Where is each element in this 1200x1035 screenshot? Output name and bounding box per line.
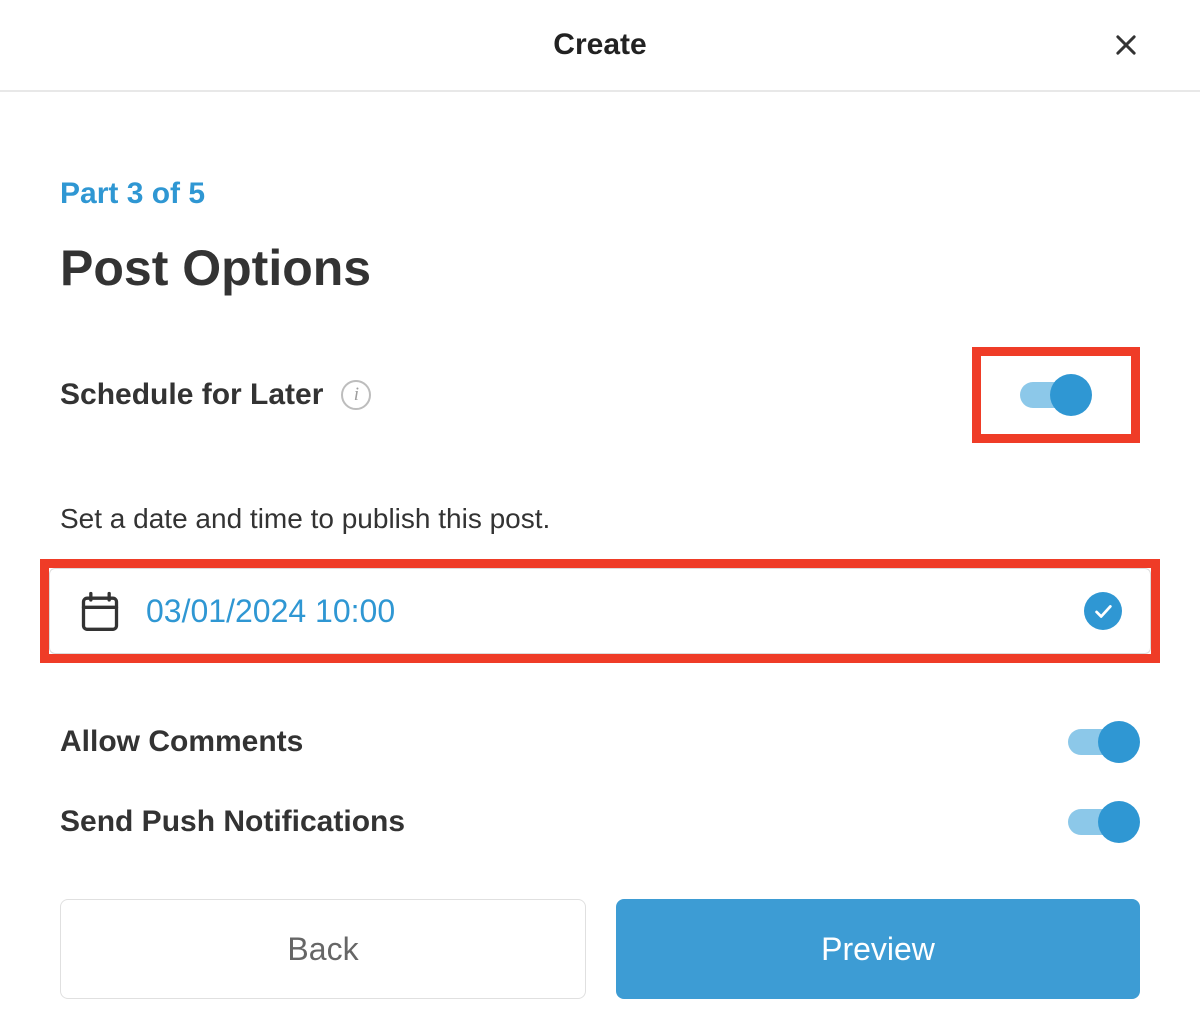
schedule-description: Set a date and time to publish this post… [60,503,1140,535]
calendar-icon [78,589,122,633]
date-valid-indicator [1084,592,1122,630]
highlight-date-input: 03/01/2024 10:00 [40,559,1160,663]
modal-title: Create [553,28,646,62]
date-left: 03/01/2024 10:00 [78,589,395,633]
allow-comments-row: Allow Comments [60,721,1140,763]
check-icon [1092,600,1114,622]
push-notifications-label: Send Push Notifications [60,805,405,839]
schedule-row: Schedule for Later i [60,347,1140,443]
push-notifications-row: Send Push Notifications [60,801,1140,843]
push-notifications-toggle[interactable] [1068,801,1140,843]
modal-content: Part 3 of 5 Post Options Schedule for La… [0,92,1200,999]
page-title: Post Options [60,239,1140,297]
modal-header: Create [0,0,1200,92]
close-icon [1112,31,1140,59]
step-indicator: Part 3 of 5 [60,177,1140,211]
back-button[interactable]: Back [60,899,586,999]
date-input[interactable]: 03/01/2024 10:00 [49,568,1151,654]
allow-comments-toggle[interactable] [1068,721,1140,763]
toggle-knob [1098,801,1140,843]
highlight-schedule-toggle [972,347,1140,443]
preview-button[interactable]: Preview [616,899,1140,999]
toggle-knob [1098,721,1140,763]
date-value: 03/01/2024 10:00 [146,593,395,630]
info-icon[interactable]: i [341,380,371,410]
toggle-knob [1050,374,1092,416]
close-button[interactable] [1112,31,1140,59]
button-row: Back Preview [60,899,1140,999]
schedule-toggle[interactable] [1020,374,1092,416]
schedule-label-wrap: Schedule for Later i [60,378,371,412]
schedule-label: Schedule for Later [60,378,323,412]
allow-comments-label: Allow Comments [60,725,303,759]
